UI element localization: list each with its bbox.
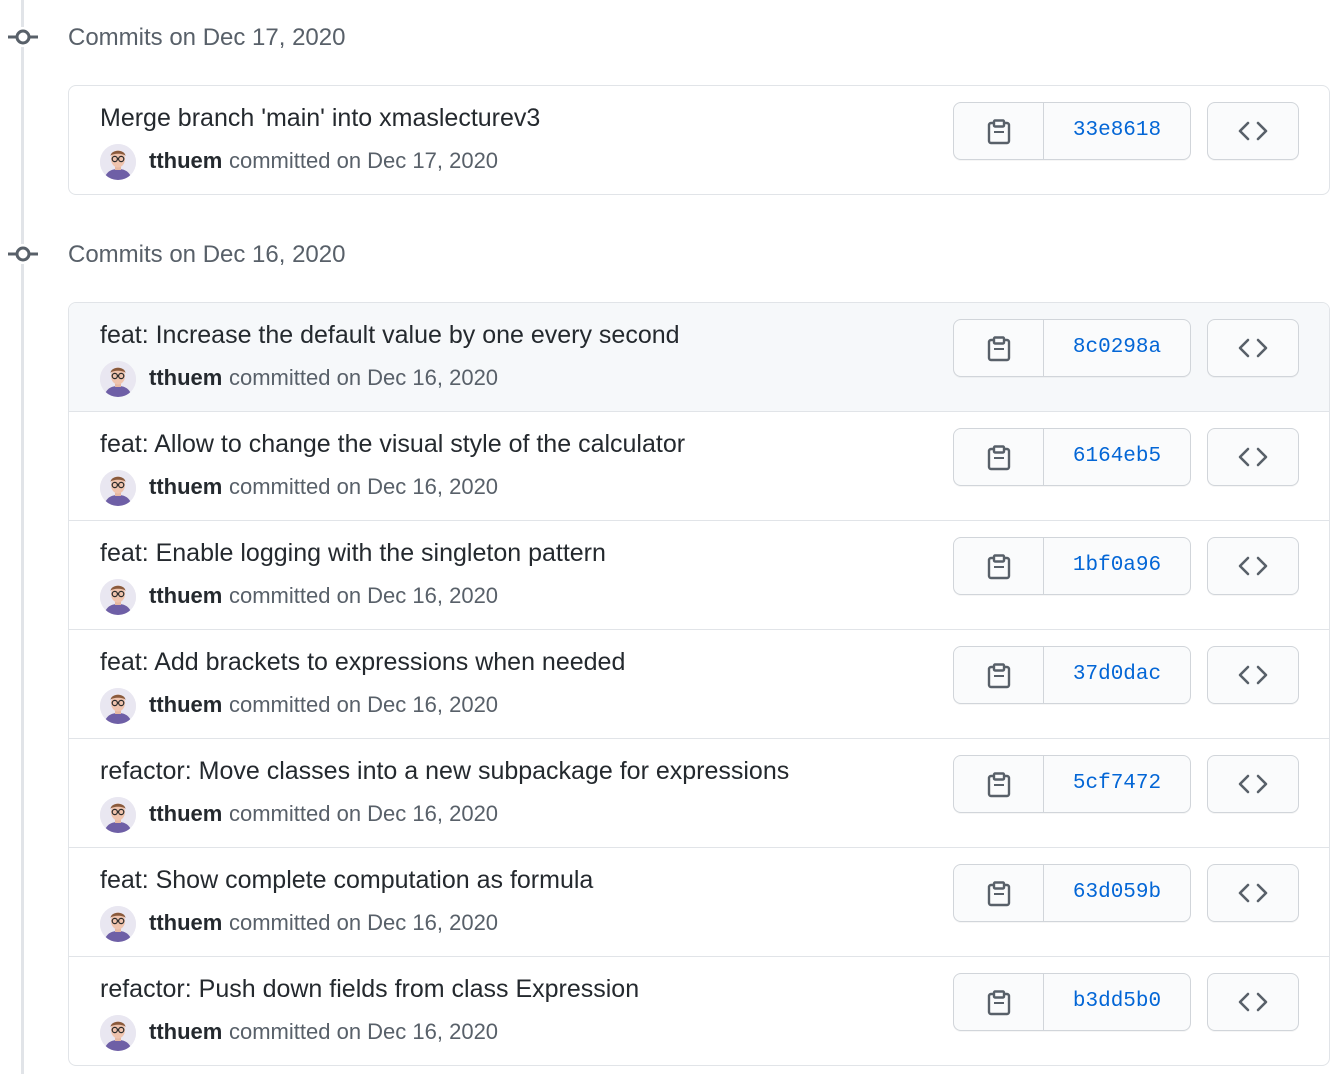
sha-button-group: 5cf7472 (953, 755, 1191, 813)
browse-repository-button[interactable] (1207, 537, 1299, 595)
commit-list: Merge branch 'main' into xmaslecturev3 t… (68, 85, 1330, 195)
clipboard-icon (987, 772, 1011, 798)
commit-date: committed on Dec 16, 2020 (229, 583, 499, 608)
copy-sha-button[interactable] (954, 756, 1044, 812)
author-link[interactable]: tthuem (149, 910, 222, 936)
code-icon (1238, 338, 1268, 358)
avatar[interactable] (100, 144, 136, 180)
commit-row: refactor: Move classes into a new subpac… (69, 738, 1329, 847)
sha-button-group: 8c0298a (953, 319, 1191, 377)
sha-button-group: 1bf0a96 (953, 537, 1191, 595)
commit-date: committed on Dec 16, 2020 (229, 692, 499, 717)
avatar[interactable] (100, 906, 136, 942)
commit-date: committed on Dec 16, 2020 (229, 1019, 499, 1044)
avatar[interactable] (100, 579, 136, 615)
author-link[interactable]: tthuem (149, 1019, 222, 1045)
commit-title-link[interactable]: feat: Allow to change the visual style o… (100, 430, 685, 459)
timeline-line (21, 0, 24, 1074)
avatar[interactable] (100, 797, 136, 833)
clipboard-icon (987, 990, 1011, 1016)
code-icon (1238, 774, 1268, 794)
browse-repository-button[interactable] (1207, 319, 1299, 377)
commit-title-link[interactable]: feat: Enable logging with the singleton … (100, 539, 606, 568)
avatar[interactable] (100, 470, 136, 506)
commit-sha-link[interactable]: b3dd5b0 (1044, 974, 1190, 1030)
browse-repository-button[interactable] (1207, 102, 1299, 160)
sha-button-group: 6164eb5 (953, 428, 1191, 486)
commit-title-link[interactable]: feat: Increase the default value by one … (100, 321, 680, 350)
commit-date: committed on Dec 16, 2020 (229, 801, 499, 826)
avatar[interactable] (100, 1015, 136, 1051)
commit-row: feat: Show complete computation as formu… (69, 847, 1329, 956)
sha-button-group: 33e8618 (953, 102, 1191, 160)
commit-title-link[interactable]: feat: Add brackets to expressions when n… (100, 648, 625, 677)
author-link[interactable]: tthuem (149, 801, 222, 827)
commit-title-link[interactable]: refactor: Push down fields from class Ex… (100, 975, 639, 1004)
commit-row: feat: Increase the default value by one … (69, 303, 1329, 411)
copy-sha-button[interactable] (954, 647, 1044, 703)
clipboard-icon (987, 445, 1011, 471)
clipboard-icon (987, 554, 1011, 580)
code-icon (1238, 121, 1268, 141)
author-link[interactable]: tthuem (149, 148, 222, 174)
commit-row: feat: Enable logging with the singleton … (69, 520, 1329, 629)
commit-title-link[interactable]: feat: Show complete computation as formu… (100, 866, 593, 895)
commit-row: feat: Add brackets to expressions when n… (69, 629, 1329, 738)
commit-list: feat: Increase the default value by one … (68, 302, 1330, 1066)
author-link[interactable]: tthuem (149, 692, 222, 718)
clipboard-icon (987, 119, 1011, 145)
author-link[interactable]: tthuem (149, 583, 222, 609)
browse-repository-button[interactable] (1207, 973, 1299, 1031)
code-icon (1238, 447, 1268, 467)
code-icon (1238, 556, 1268, 576)
clipboard-icon (987, 881, 1011, 907)
browse-repository-button[interactable] (1207, 428, 1299, 486)
copy-sha-button[interactable] (954, 429, 1044, 485)
commit-date: committed on Dec 16, 2020 (229, 910, 499, 935)
code-icon (1238, 992, 1268, 1012)
clipboard-icon (987, 336, 1011, 362)
sha-button-group: 37d0dac (953, 646, 1191, 704)
copy-sha-button[interactable] (954, 538, 1044, 594)
author-link[interactable]: tthuem (149, 365, 222, 391)
commit-row: refactor: Push down fields from class Ex… (69, 956, 1329, 1065)
commit-group-title: Commits on Dec 16, 2020 (68, 241, 346, 268)
commit-title-link[interactable]: Merge branch 'main' into xmaslecturev3 (100, 104, 540, 133)
commit-date: committed on Dec 16, 2020 (229, 474, 499, 499)
commit-group-title: Commits on Dec 17, 2020 (68, 24, 346, 51)
author-link[interactable]: tthuem (149, 474, 222, 500)
commit-date: committed on Dec 17, 2020 (229, 148, 499, 173)
commit-sha-link[interactable]: 1bf0a96 (1044, 538, 1190, 594)
commit-sha-link[interactable]: 6164eb5 (1044, 429, 1190, 485)
commit-row: Merge branch 'main' into xmaslecturev3 t… (69, 86, 1329, 194)
git-commit-icon (8, 244, 38, 264)
commit-sha-link[interactable]: 33e8618 (1044, 103, 1190, 159)
copy-sha-button[interactable] (954, 974, 1044, 1030)
browse-repository-button[interactable] (1207, 864, 1299, 922)
commit-sha-link[interactable]: 63d059b (1044, 865, 1190, 921)
commit-date: committed on Dec 16, 2020 (229, 365, 499, 390)
code-icon (1238, 883, 1268, 903)
browse-repository-button[interactable] (1207, 755, 1299, 813)
commit-sha-link[interactable]: 5cf7472 (1044, 756, 1190, 812)
avatar[interactable] (100, 688, 136, 724)
sha-button-group: 63d059b (953, 864, 1191, 922)
commit-title-link[interactable]: refactor: Move classes into a new subpac… (100, 757, 789, 786)
copy-sha-button[interactable] (954, 320, 1044, 376)
browse-repository-button[interactable] (1207, 646, 1299, 704)
copy-sha-button[interactable] (954, 865, 1044, 921)
sha-button-group: b3dd5b0 (953, 973, 1191, 1031)
commit-group-header: Commits on Dec 16, 2020 (0, 234, 600, 274)
commit-group-header: Commits on Dec 17, 2020 (0, 17, 600, 57)
code-icon (1238, 665, 1268, 685)
copy-sha-button[interactable] (954, 103, 1044, 159)
commit-row: feat: Allow to change the visual style o… (69, 411, 1329, 520)
commit-sha-link[interactable]: 8c0298a (1044, 320, 1190, 376)
avatar[interactable] (100, 361, 136, 397)
commit-sha-link[interactable]: 37d0dac (1044, 647, 1190, 703)
git-commit-icon (8, 27, 38, 47)
clipboard-icon (987, 663, 1011, 689)
